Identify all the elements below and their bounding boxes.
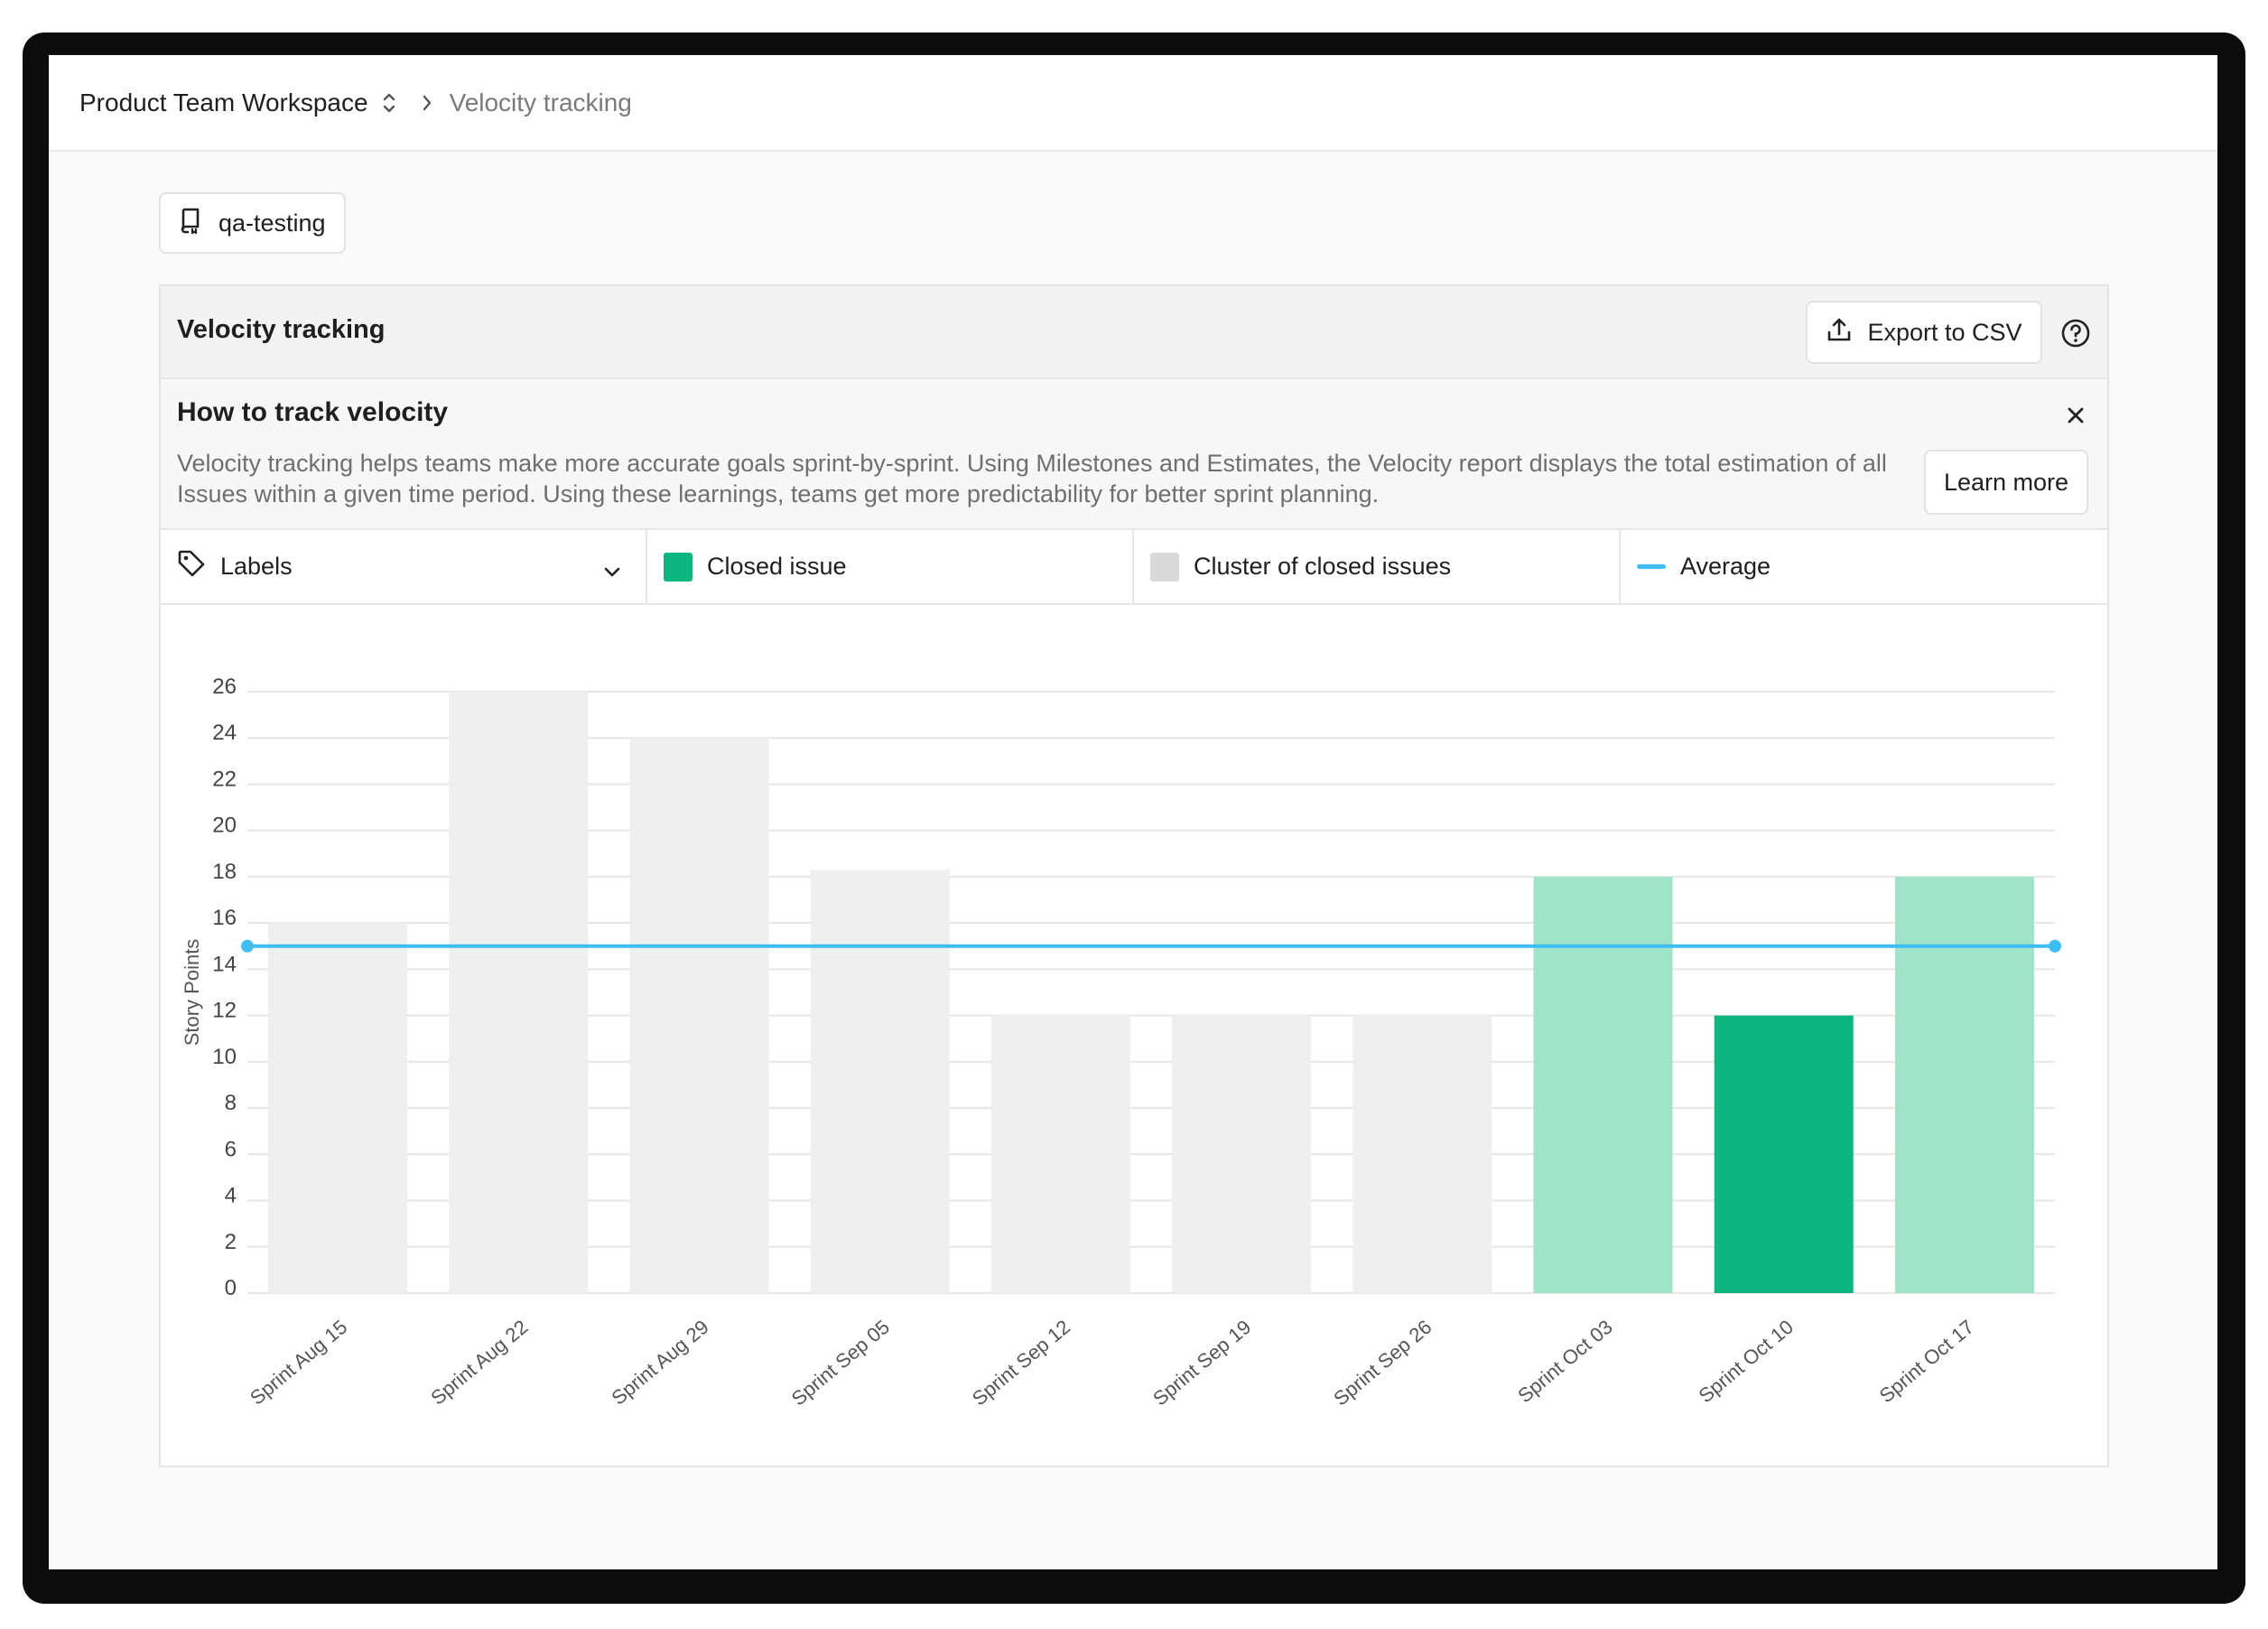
legend-closed-issue: Closed issue	[647, 530, 1134, 603]
y-tick-label: 10	[212, 1045, 237, 1069]
average-line-swatch	[1637, 564, 1666, 569]
velocity-chart-svg: 02468101214161820222426Story PointsSprin…	[181, 675, 2061, 1410]
export-csv-button[interactable]: Export to CSV	[1806, 301, 2042, 364]
bar	[1172, 1015, 1312, 1293]
chevron-up-down-icon[interactable]	[381, 91, 397, 115]
y-tick-label: 26	[212, 675, 237, 699]
repo-icon	[179, 207, 202, 240]
x-tick-label: Sprint Oct 03	[1513, 1316, 1616, 1408]
x-tick-label: Sprint Oct 17	[1875, 1316, 1978, 1408]
labels-label: Labels	[220, 553, 293, 580]
labels-filter[interactable]: Labels	[161, 530, 647, 603]
legend-average: Average	[1621, 530, 2107, 603]
x-tick-label: Sprint Sep 05	[787, 1316, 894, 1410]
export-label: Export to CSV	[1867, 318, 2022, 346]
velocity-card: Velocity tracking Export to CSV How to t…	[159, 284, 2109, 1467]
question-circle-icon[interactable]	[2059, 317, 2092, 349]
y-tick-label: 2	[225, 1230, 237, 1254]
repo-selector[interactable]: qa-testing	[159, 192, 346, 254]
y-tick-label: 12	[212, 999, 237, 1023]
bar	[449, 692, 589, 1293]
bar	[810, 870, 950, 1293]
app-window: Product Team Workspace Velocity tracking…	[49, 55, 2217, 1569]
y-tick-label: 6	[225, 1137, 237, 1161]
chevron-down-icon	[602, 557, 622, 585]
cluster-swatch	[1150, 552, 1179, 582]
info-banner: How to track velocity Velocity tracking …	[161, 379, 2107, 530]
y-tick-label: 22	[212, 767, 237, 791]
breadcrumb-workspace[interactable]: Product Team Workspace	[79, 88, 368, 117]
y-tick-label: 20	[212, 814, 237, 838]
bar	[1352, 1015, 1492, 1293]
repo-label: qa-testing	[218, 209, 326, 237]
legend-closed-issue-label: Closed issue	[707, 553, 847, 580]
card-header: Velocity tracking Export to CSV	[161, 286, 2107, 379]
y-tick-label: 18	[212, 860, 237, 884]
x-tick-label: Sprint Aug 22	[426, 1316, 532, 1410]
average-point	[241, 939, 254, 953]
y-tick-label: 24	[212, 721, 237, 745]
legend-cluster-label: Cluster of closed issues	[1194, 553, 1452, 580]
velocity-chart: 0 2 4 6 8 10 12 14 16 18 20 22 24 26 Story Points Sprin…	[161, 605, 2107, 1467]
info-title: How to track velocity	[177, 397, 449, 427]
tag-icon	[177, 549, 206, 584]
average-point	[2049, 939, 2061, 953]
x-tick-label: Sprint Sep 19	[1148, 1316, 1255, 1410]
y-axis-label: Story Points	[181, 939, 203, 1047]
closed-issue-swatch	[664, 552, 692, 582]
info-body: Velocity tracking helps teams make more …	[177, 450, 1887, 507]
bar	[629, 738, 769, 1293]
bar	[990, 1015, 1130, 1293]
legend-bar: Labels Closed issue Cluster of closed is…	[161, 530, 2107, 605]
x-tick-label: Sprint Sep 12	[968, 1316, 1074, 1410]
bar	[1533, 876, 1673, 1293]
legend-average-label: Average	[1680, 553, 1771, 580]
y-tick-label: 0	[225, 1276, 237, 1300]
x-tick-label: Sprint Sep 26	[1329, 1316, 1436, 1410]
y-tick-label: 8	[225, 1091, 237, 1115]
breadcrumb-current: Velocity tracking	[449, 88, 632, 116]
x-tick-label: Sprint Aug 29	[607, 1316, 712, 1410]
top-bar: Product Team Workspace Velocity tracking	[49, 55, 2217, 152]
y-tick-label: 4	[225, 1184, 237, 1208]
legend-cluster: Cluster of closed issues	[1134, 530, 1621, 603]
close-icon[interactable]	[2059, 399, 2092, 432]
bar	[268, 923, 408, 1293]
chevron-right-icon	[421, 93, 433, 113]
bar	[1894, 876, 2034, 1293]
card-title: Velocity tracking	[177, 315, 386, 344]
learn-more-button[interactable]: Learn more	[1924, 450, 2088, 515]
y-tick-label: 14	[212, 952, 237, 976]
upload-icon	[1826, 316, 1853, 349]
x-tick-label: Sprint Oct 10	[1694, 1316, 1797, 1408]
y-tick-label: 16	[212, 906, 237, 930]
bar	[1714, 1015, 1854, 1293]
x-tick-label: Sprint Aug 15	[246, 1316, 351, 1410]
